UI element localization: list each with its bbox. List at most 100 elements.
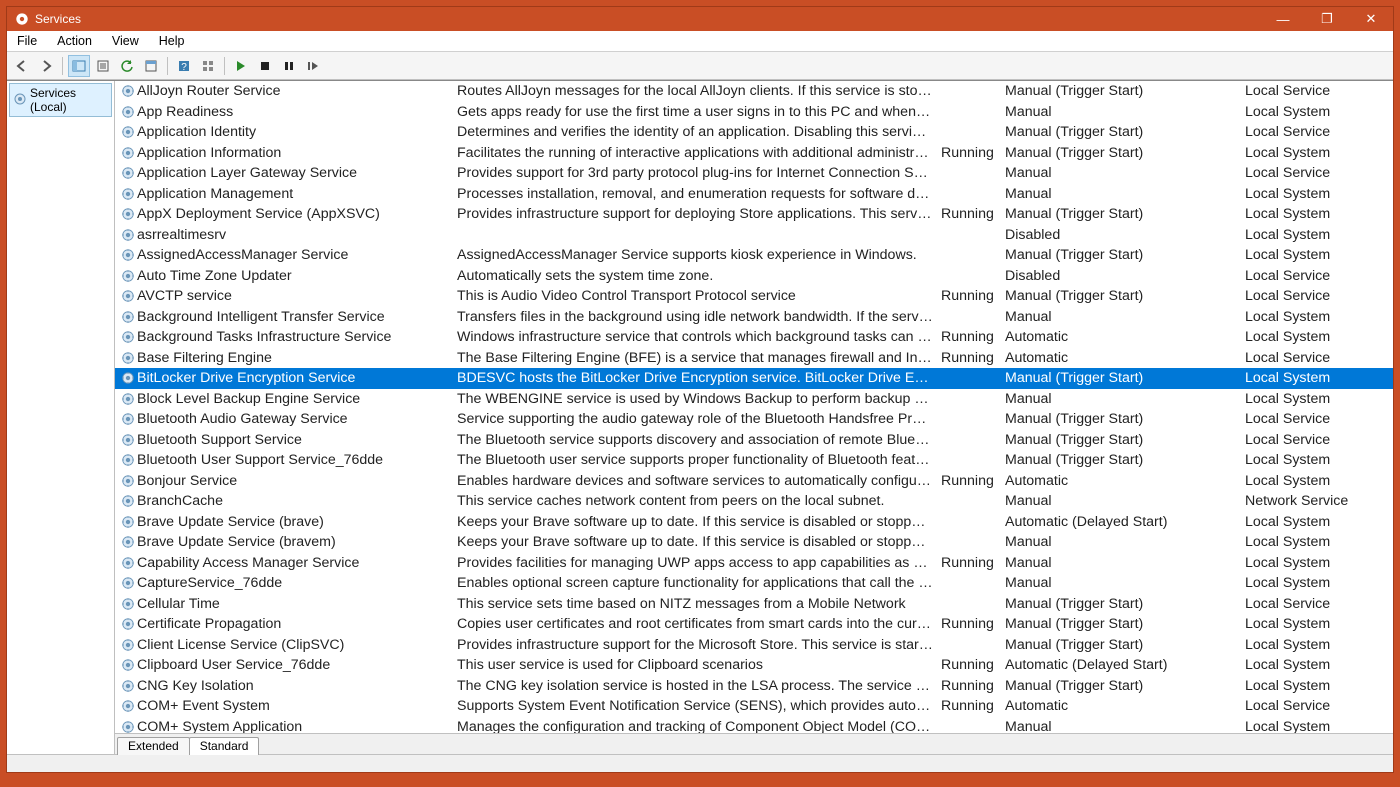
service-row[interactable]: Background Tasks Infrastructure ServiceW…	[115, 327, 1393, 348]
gear-icon	[119, 452, 137, 468]
tree-item-services-local[interactable]: Services (Local)	[9, 83, 112, 117]
pause-service-button[interactable]	[278, 55, 300, 77]
service-status: Running	[941, 616, 1005, 632]
service-row[interactable]: Cellular TimeThis service sets time base…	[115, 594, 1393, 615]
menu-help[interactable]: Help	[149, 32, 195, 50]
forward-button[interactable]	[35, 55, 57, 77]
gear-icon	[119, 678, 137, 694]
service-status: Running	[941, 657, 1005, 673]
gear-icon	[119, 350, 137, 366]
service-row[interactable]: BranchCacheThis service caches network c…	[115, 491, 1393, 512]
service-row[interactable]: Bonjour ServiceEnables hardware devices …	[115, 471, 1393, 492]
service-row[interactable]: Bluetooth Support ServiceThe Bluetooth s…	[115, 430, 1393, 451]
service-row[interactable]: Block Level Backup Engine ServiceThe WBE…	[115, 389, 1393, 410]
service-row[interactable]: CaptureService_76ddeEnables optional scr…	[115, 573, 1393, 594]
service-startup: Manual	[1005, 309, 1245, 325]
menu-action[interactable]: Action	[47, 32, 102, 50]
refresh-button[interactable]	[116, 55, 138, 77]
service-row[interactable]: Application InformationFacilitates the r…	[115, 143, 1393, 164]
separator	[224, 57, 225, 75]
restart-service-button[interactable]	[302, 55, 324, 77]
service-startup: Automatic	[1005, 350, 1245, 366]
gear-icon	[119, 596, 137, 612]
service-row[interactable]: Application Layer Gateway ServiceProvide…	[115, 163, 1393, 184]
service-logon: Local System	[1245, 391, 1393, 407]
grid-button[interactable]	[197, 55, 219, 77]
service-row[interactable]: CNG Key IsolationThe CNG key isolation s…	[115, 676, 1393, 697]
service-row[interactable]: COM+ System ApplicationManages the confi…	[115, 717, 1393, 734]
service-row[interactable]: AVCTP serviceThis is Audio Video Control…	[115, 286, 1393, 307]
service-row[interactable]: Application IdentityDetermines and verif…	[115, 122, 1393, 143]
stop-service-button[interactable]	[254, 55, 276, 77]
gear-icon	[119, 534, 137, 550]
menu-file[interactable]: File	[7, 32, 47, 50]
service-status: Running	[941, 329, 1005, 345]
service-row[interactable]: Application ManagementProcesses installa…	[115, 184, 1393, 205]
service-startup: Manual	[1005, 186, 1245, 202]
service-row[interactable]: Capability Access Manager ServiceProvide…	[115, 553, 1393, 574]
service-name: COM+ System Application	[137, 719, 457, 733]
service-startup: Manual (Trigger Start)	[1005, 247, 1245, 263]
service-name: CNG Key Isolation	[137, 678, 457, 694]
service-row[interactable]: Client License Service (ClipSVC)Provides…	[115, 635, 1393, 656]
service-row[interactable]: Brave Update Service (brave)Keeps your B…	[115, 512, 1393, 533]
service-description: Gets apps ready for use the first time a…	[457, 104, 941, 120]
start-service-button[interactable]	[230, 55, 252, 77]
service-name: Application Identity	[137, 124, 457, 140]
back-button[interactable]	[11, 55, 33, 77]
service-row[interactable]: asrrealtimesrvDisabledLocal System	[115, 225, 1393, 246]
show-hide-tree-button[interactable]	[68, 55, 90, 77]
gear-icon	[119, 370, 137, 386]
minimize-button[interactable]: —	[1261, 7, 1305, 31]
service-description: This service sets time based on NITZ mes…	[457, 596, 941, 612]
service-logon: Local System	[1245, 452, 1393, 468]
service-logon: Local System	[1245, 247, 1393, 263]
service-logon: Network Service	[1245, 493, 1393, 509]
service-name: CaptureService_76dde	[137, 575, 457, 591]
properties-button[interactable]	[140, 55, 162, 77]
titlebar[interactable]: Services — ❐ ✕	[7, 7, 1393, 31]
service-row[interactable]: Bluetooth Audio Gateway ServiceService s…	[115, 409, 1393, 430]
service-startup: Automatic	[1005, 698, 1245, 714]
gear-icon	[119, 514, 137, 530]
service-row[interactable]: AppX Deployment Service (AppXSVC)Provide…	[115, 204, 1393, 225]
gear-icon	[119, 206, 137, 222]
statusbar	[7, 754, 1393, 772]
services-window: Services — ❐ ✕ File Action View Help ?	[6, 6, 1394, 773]
close-button[interactable]: ✕	[1349, 7, 1393, 31]
service-description: Enables optional screen capture function…	[457, 575, 941, 591]
tree-pane[interactable]: Services (Local)	[7, 81, 115, 754]
service-row[interactable]: Brave Update Service (bravem)Keeps your …	[115, 532, 1393, 553]
tab-extended[interactable]: Extended	[117, 737, 190, 755]
service-row[interactable]: BitLocker Drive Encryption ServiceBDESVC…	[115, 368, 1393, 389]
service-row[interactable]: Auto Time Zone UpdaterAutomatically sets…	[115, 266, 1393, 287]
gear-icon	[119, 104, 137, 120]
service-status: Running	[941, 555, 1005, 571]
service-description: The CNG key isolation service is hosted …	[457, 678, 941, 694]
tab-standard[interactable]: Standard	[189, 737, 260, 755]
menu-view[interactable]: View	[102, 32, 149, 50]
service-row[interactable]: App ReadinessGets apps ready for use the…	[115, 102, 1393, 123]
service-row[interactable]: Clipboard User Service_76ddeThis user se…	[115, 655, 1393, 676]
maximize-button[interactable]: ❐	[1305, 7, 1349, 31]
service-row[interactable]: Certificate PropagationCopies user certi…	[115, 614, 1393, 635]
service-logon: Local Service	[1245, 268, 1393, 284]
service-logon: Local Service	[1245, 411, 1393, 427]
service-row[interactable]: Bluetooth User Support Service_76ddeThe …	[115, 450, 1393, 471]
service-row[interactable]: AssignedAccessManager ServiceAssignedAcc…	[115, 245, 1393, 266]
export-list-button[interactable]	[92, 55, 114, 77]
service-row[interactable]: COM+ Event SystemSupports System Event N…	[115, 696, 1393, 717]
help-button[interactable]: ?	[173, 55, 195, 77]
service-startup: Manual (Trigger Start)	[1005, 206, 1245, 222]
gear-icon	[119, 493, 137, 509]
service-row[interactable]: Background Intelligent Transfer ServiceT…	[115, 307, 1393, 328]
gear-icon	[119, 268, 137, 284]
tree-item-label: Services (Local)	[30, 86, 107, 114]
service-description: Provides facilities for managing UWP app…	[457, 555, 941, 571]
service-row[interactable]: Base Filtering EngineThe Base Filtering …	[115, 348, 1393, 369]
service-row[interactable]: AllJoyn Router ServiceRoutes AllJoyn mes…	[115, 81, 1393, 102]
service-description: Routes AllJoyn messages for the local Al…	[457, 83, 941, 99]
separator	[167, 57, 168, 75]
tab-bar: Extended Standard	[115, 733, 1393, 754]
services-list[interactable]: AllJoyn Router ServiceRoutes AllJoyn mes…	[115, 81, 1393, 733]
